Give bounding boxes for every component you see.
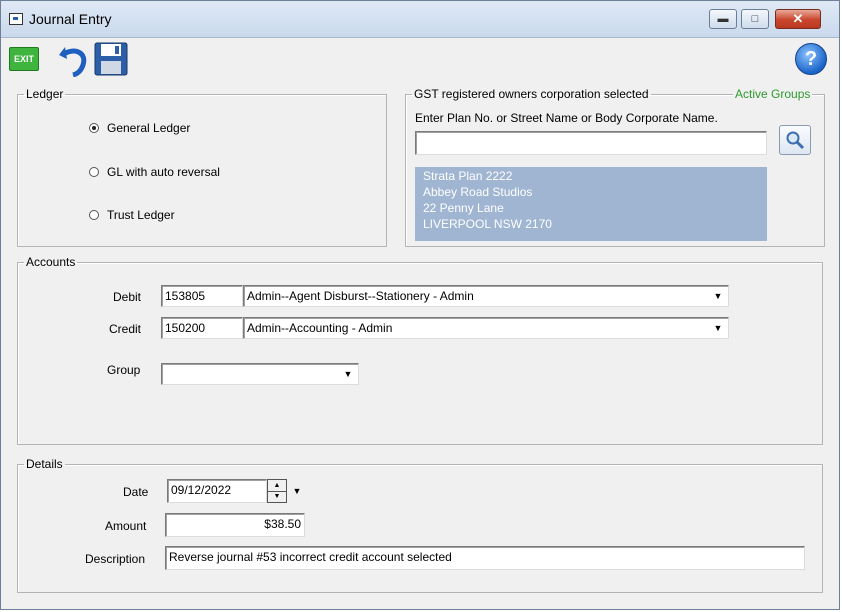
radio-selected-icon [89,123,99,133]
address-line: Strata Plan 2222 [423,169,513,183]
radio-unselected-icon [89,210,99,220]
address-line: Abbey Road Studios [423,185,533,199]
debit-account-value: Admin--Agent Disburst--Stationery - Admi… [247,289,474,303]
radio-trust-ledger[interactable]: Trust Ledger [89,208,175,222]
spin-up-icon[interactable]: ▲ [268,480,286,492]
credit-label: Credit [109,322,142,336]
minimize-icon: ▬ [717,13,729,25]
radio-unselected-icon [89,167,99,177]
accounts-group: Accounts [17,255,823,445]
spin-down-icon[interactable]: ▼ [268,492,286,503]
journal-entry-window: Journal Entry ▬ □ ✕ EXIT ? Ledger Genera… [0,0,840,610]
exit-button[interactable]: EXIT [9,47,39,71]
radio-label: General Ledger [107,121,191,135]
maximize-button[interactable]: □ [741,9,769,29]
radio-label: Trust Ledger [107,208,175,222]
undo-icon [59,47,87,78]
search-button[interactable] [779,125,811,155]
description-label: Description [85,552,146,566]
radio-label: GL with auto reversal [107,165,220,179]
owners-corp-legend: GST registered owners corporation select… [414,87,649,101]
amount-input[interactable]: $38.50 [165,513,305,537]
credit-account-value: Admin--Accounting - Admin [247,321,393,335]
save-icon [94,42,128,76]
debit-dropdown-icon[interactable]: ▼ [710,287,726,305]
date-dropdown-icon[interactable]: ▼ [289,482,305,500]
undo-button[interactable] [55,41,91,78]
window-title: Journal Entry [29,11,112,27]
date-label: Date [123,485,149,499]
active-groups-link[interactable]: Active Groups [733,87,813,101]
group-label: Group [107,363,141,377]
title-bar: Journal Entry ▬ □ ✕ [1,1,839,38]
close-button[interactable]: ✕ [775,9,821,29]
details-legend: Details [26,457,63,471]
plan-search-prompt: Enter Plan No. or Street Name or Body Co… [415,111,718,125]
group-select[interactable] [161,363,359,385]
close-icon: ✕ [792,11,804,26]
amount-label: Amount [105,519,147,533]
debit-label: Debit [113,290,142,304]
selected-plan-address: Strata Plan 2222 Abbey Road Studios 22 P… [415,167,767,241]
address-line: LIVERPOOL NSW 2170 [423,217,552,231]
description-input[interactable]: Reverse journal #53 incorrect credit acc… [165,546,805,570]
credit-code-input[interactable]: 150200 [161,317,243,339]
date-input[interactable]: 09/12/2022 [167,479,267,503]
maximize-icon: □ [751,13,759,25]
group-dropdown-icon[interactable]: ▼ [340,365,356,383]
radio-general-ledger[interactable]: General Ledger [89,121,190,135]
address-line: 22 Penny Lane [423,201,504,215]
credit-account-select[interactable]: Admin--Accounting - Admin [243,317,729,339]
date-spinner[interactable]: ▲ ▼ [267,479,287,503]
help-button[interactable]: ? [795,43,827,75]
save-button[interactable] [93,41,129,77]
radio-gl-auto-reversal[interactable]: GL with auto reversal [89,165,220,179]
credit-dropdown-icon[interactable]: ▼ [710,319,726,337]
debit-account-select[interactable]: Admin--Agent Disburst--Stationery - Admi… [243,285,729,307]
plan-search-input[interactable] [415,131,767,155]
minimize-button[interactable]: ▬ [709,9,737,29]
ledger-legend: Ledger [26,87,64,101]
debit-code-input[interactable]: 153805 [161,285,243,307]
app-icon [9,13,23,25]
accounts-legend: Accounts [26,255,76,269]
search-icon [786,131,805,150]
